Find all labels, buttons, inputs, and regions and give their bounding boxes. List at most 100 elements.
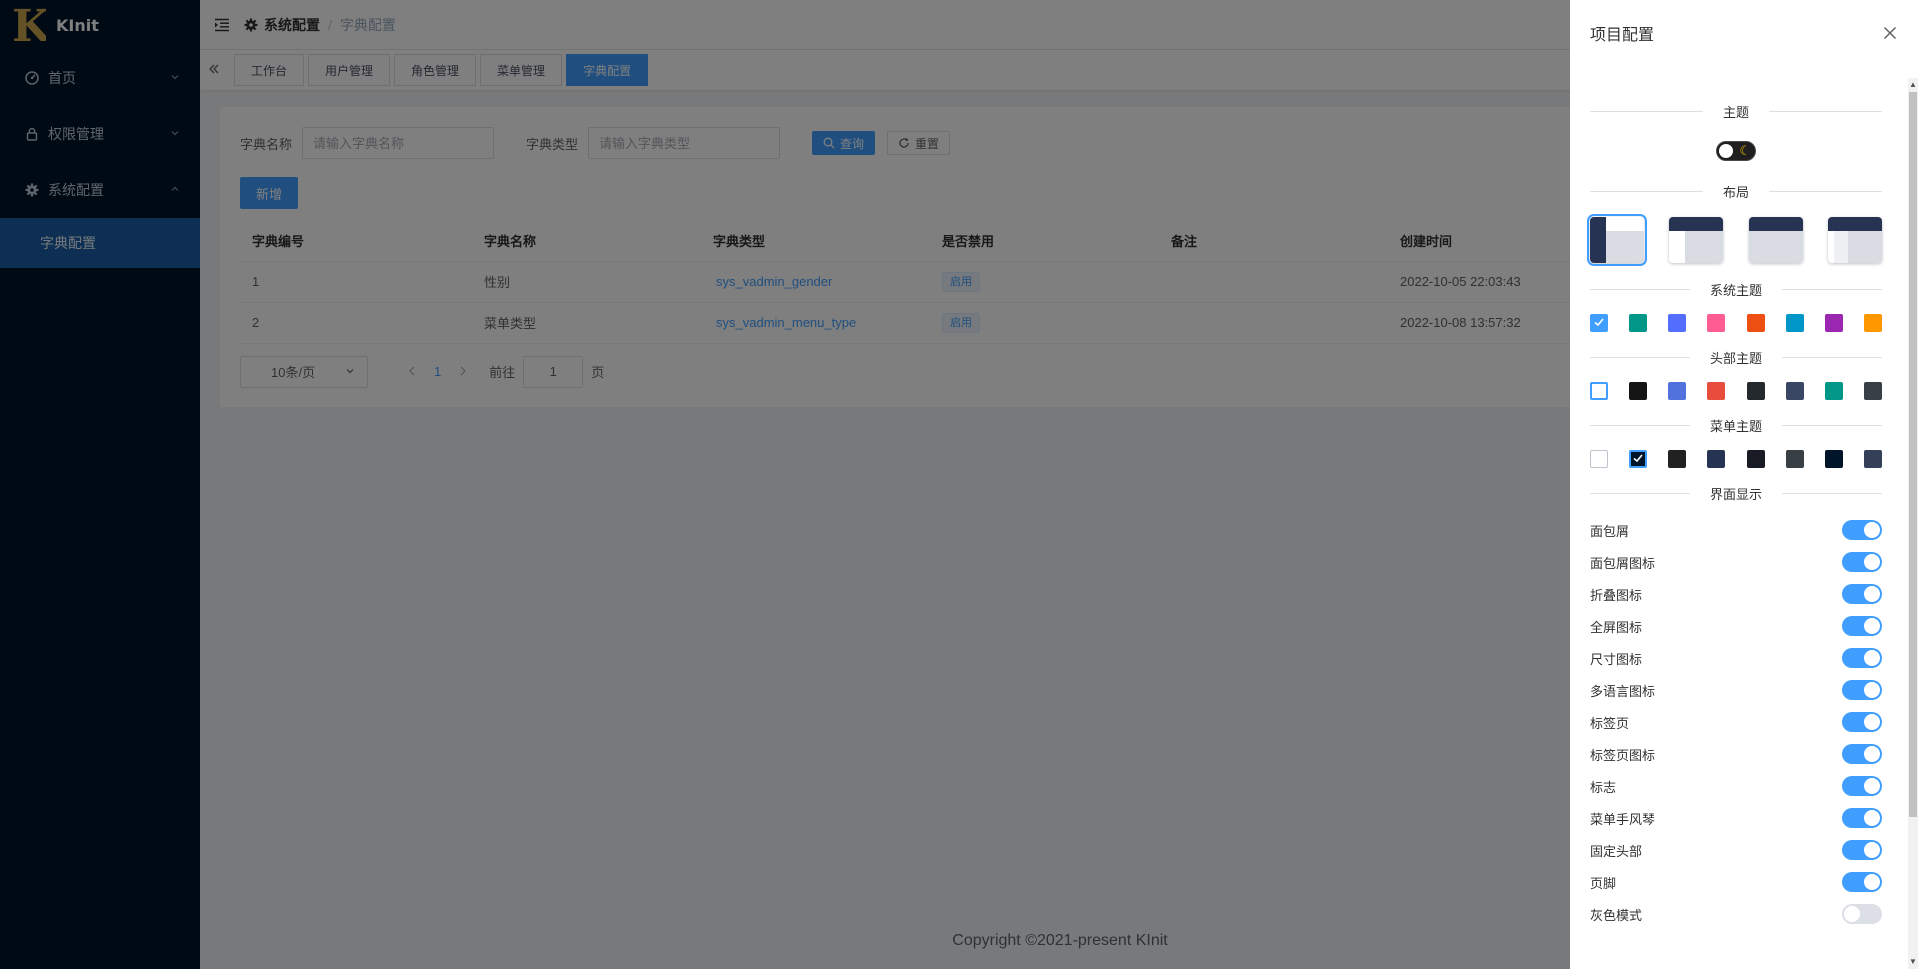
toggle-label: 菜单手风琴: [1590, 811, 1656, 827]
toggle-switch[interactable]: [1842, 872, 1882, 892]
toggle-switch[interactable]: [1842, 808, 1882, 828]
menu-theme-swatch[interactable]: [1863, 450, 1882, 468]
toggle-switch[interactable]: [1842, 744, 1882, 764]
toggle-row: 折叠图标: [1590, 578, 1882, 610]
toggle-row: 面包屑: [1590, 514, 1882, 546]
toggle-row: 面包屑图标: [1590, 546, 1882, 578]
toggle-label: 面包屑: [1590, 523, 1630, 539]
layout-top-left[interactable]: [1669, 217, 1724, 263]
theme-toggle-row: ☾: [1590, 122, 1882, 180]
section-title: 界面显示: [1689, 483, 1782, 503]
menu-theme-swatch[interactable]: [1590, 450, 1608, 468]
system-theme-swatch[interactable]: [1707, 314, 1726, 332]
menu-theme-swatch[interactable]: [1668, 450, 1687, 468]
toggle-row: 菜单手风琴: [1590, 802, 1882, 834]
toggle-label: 尺寸图标: [1590, 651, 1643, 667]
header-theme-swatch[interactable]: [1863, 382, 1882, 400]
toggle-label: 固定头部: [1590, 843, 1643, 859]
toggle-switch[interactable]: [1842, 680, 1882, 700]
section-title: 头部主题: [1689, 347, 1782, 367]
section-divider-menu-theme: 菜单主题: [1590, 414, 1882, 436]
section-divider-header-theme: 头部主题: [1590, 346, 1882, 368]
toggle-switch[interactable]: [1842, 520, 1882, 540]
check-icon: [1593, 316, 1605, 331]
menu-theme-swatch[interactable]: [1707, 450, 1726, 468]
switch-knob: [1864, 874, 1880, 890]
section-title: 布局: [1702, 181, 1769, 201]
switch-knob: [1864, 810, 1880, 826]
layout-classic[interactable]: [1587, 214, 1647, 266]
drawer-title: 项目配置: [1590, 27, 1655, 44]
menu-theme-swatch[interactable]: [1785, 450, 1804, 468]
app-root: K KInit 首页 权限管理 系统配置: [0, 0, 1920, 969]
toggle-row: 标签页图标: [1590, 738, 1882, 770]
system-theme-swatch[interactable]: [1785, 314, 1804, 332]
switch-knob: [1864, 746, 1880, 762]
layout-options: [1587, 202, 1882, 278]
switch-knob: [1864, 842, 1880, 858]
drawer-scrollbar[interactable]: ▲ ▼: [1906, 78, 1918, 969]
menu-theme-swatch[interactable]: [1746, 450, 1765, 468]
moon-icon: ☾: [1739, 143, 1751, 158]
layout-cut-menu[interactable]: [1827, 217, 1882, 263]
system-theme-swatches: [1590, 300, 1882, 346]
toggle-switch[interactable]: [1842, 776, 1882, 796]
menu-theme-swatch[interactable]: [1629, 450, 1648, 468]
toggle-switch[interactable]: [1842, 648, 1882, 668]
toggle-switch[interactable]: [1842, 904, 1882, 924]
header-theme-swatch[interactable]: [1707, 382, 1726, 400]
header-theme-swatch[interactable]: [1629, 382, 1648, 400]
system-theme-swatch[interactable]: [1863, 314, 1882, 332]
scroll-down-icon[interactable]: ▼: [1908, 955, 1918, 969]
section-divider-system-theme: 系统主题: [1590, 278, 1882, 300]
section-divider-interface: 界面显示: [1590, 482, 1882, 504]
header-theme-swatches: [1590, 368, 1882, 414]
toggle-row: 灰色模式: [1590, 898, 1882, 930]
toggle-label: 折叠图标: [1590, 587, 1643, 603]
toggle-label: 面包屑图标: [1590, 555, 1656, 571]
system-theme-swatch[interactable]: [1590, 314, 1608, 332]
header-theme-swatch[interactable]: [1785, 382, 1804, 400]
toggle-row: 固定头部: [1590, 834, 1882, 866]
section-title: 主题: [1702, 101, 1769, 121]
scroll-up-icon[interactable]: ▲: [1908, 78, 1918, 92]
toggle-row: 标签页: [1590, 706, 1882, 738]
header-theme-swatch[interactable]: [1824, 382, 1843, 400]
switch-knob: [1864, 522, 1880, 538]
switch-knob: [1864, 714, 1880, 730]
toggle-label: 标签页图标: [1590, 747, 1656, 763]
toggle-switch[interactable]: [1842, 616, 1882, 636]
toggle-switch[interactable]: [1842, 840, 1882, 860]
dark-mode-switch[interactable]: ☾: [1716, 141, 1756, 161]
toggle-switch[interactable]: [1842, 712, 1882, 732]
toggle-switch[interactable]: [1842, 584, 1882, 604]
header-theme-swatch[interactable]: [1590, 382, 1608, 400]
toggle-row: 尺寸图标: [1590, 642, 1882, 674]
layout-top[interactable]: [1748, 217, 1803, 263]
toggle-row: 全屏图标: [1590, 610, 1882, 642]
drawer-body: 主题 ☾ 布局 系统主题 头部主题 菜单主题 界面显示 面包屑 面包屑图标 折叠…: [1587, 100, 1882, 930]
header-theme-swatch[interactable]: [1668, 382, 1687, 400]
system-theme-swatch[interactable]: [1824, 314, 1843, 332]
toggle-label: 页脚: [1590, 875, 1617, 891]
menu-theme-swatches: [1590, 436, 1882, 482]
close-icon[interactable]: [1880, 23, 1900, 43]
section-title: 系统主题: [1689, 279, 1782, 299]
scroll-thumb[interactable]: [1909, 92, 1917, 817]
system-theme-swatch[interactable]: [1629, 314, 1648, 332]
header-theme-swatch[interactable]: [1746, 382, 1765, 400]
interface-toggles: 面包屑 面包屑图标 折叠图标 全屏图标 尺寸图标 多语言图标 标签页 标签页图标 标志 菜单手风琴…: [1590, 514, 1882, 930]
switch-knob: [1719, 144, 1733, 158]
menu-theme-swatch[interactable]: [1824, 450, 1843, 468]
drawer-header: 项目配置: [1570, 0, 1920, 66]
switch-knob: [1864, 682, 1880, 698]
switch-knob: [1864, 650, 1880, 666]
section-divider-layout: 布局: [1590, 180, 1882, 202]
section-divider-theme: 主题: [1590, 100, 1882, 122]
system-theme-swatch[interactable]: [1746, 314, 1765, 332]
toggle-row: 页脚: [1590, 866, 1882, 898]
switch-knob: [1864, 586, 1880, 602]
system-theme-swatch[interactable]: [1668, 314, 1687, 332]
toggle-switch[interactable]: [1842, 552, 1882, 572]
toggle-label: 灰色模式: [1590, 907, 1643, 923]
